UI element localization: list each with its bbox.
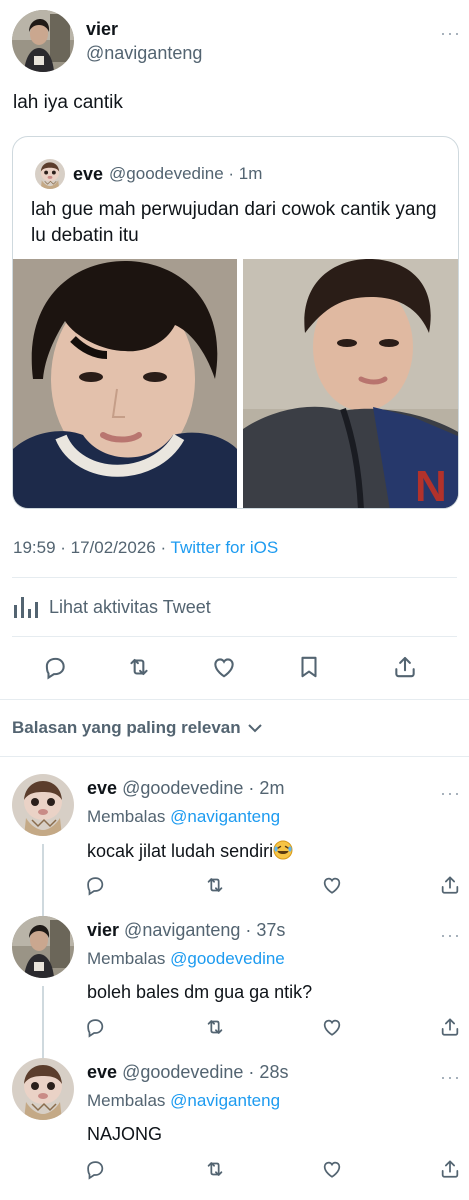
quote-author-handle-time: @goodevedine · 1m [109,164,263,183]
reply-avatar[interactable] [12,774,74,836]
replying-to: Membalas @naviganteng [87,1091,280,1111]
like-button[interactable] [321,874,343,901]
replying-to-mention[interactable]: @naviganteng [170,807,280,826]
reply-handle-time[interactable]: @goodevedine · 2m [122,778,284,798]
retweet-button[interactable] [203,874,227,901]
share-button[interactable] [439,1158,461,1185]
divider [12,577,457,578]
replying-prefix: Membalas [87,1091,171,1110]
author-handle[interactable]: @naviganteng [86,43,202,64]
tweet-text: lah iya cantik [13,92,123,113]
more-options-icon[interactable]: ··· [440,784,461,802]
author-name[interactable]: vier [86,19,202,40]
more-options-icon[interactable]: ··· [440,926,461,944]
svg-text:N: N [415,462,447,509]
like-icon [211,654,237,680]
quote-photo-2[interactable]: N [243,259,458,509]
reply-text: kocak jilat ludah sendiri [87,840,293,862]
quote-author-name: eve [73,163,104,184]
quote-photo-1[interactable] [13,259,237,508]
replying-to-mention[interactable]: @naviganteng [170,1091,280,1110]
replying-to: Membalas @goodevedine [87,949,285,969]
chevron-down-icon [247,724,262,733]
like-icon [321,1016,343,1038]
retweet-button[interactable] [203,1158,227,1185]
avatar[interactable] [12,10,74,72]
reply-button[interactable] [42,654,68,685]
tweet-source[interactable]: Twitter for iOS [171,538,279,557]
reply-item[interactable]: vier @naviganteng · 37s ··· Membalas @go… [0,916,469,1062]
retweet-button[interactable] [203,1016,227,1043]
reply-button[interactable] [84,1158,106,1185]
replying-prefix: Membalas [87,807,171,826]
reply-header: eve @goodevedine · 28s [87,1062,288,1083]
tweet-datetime[interactable]: 19:59 · 17/02/2026 · [13,538,171,557]
replies-sort-dropdown[interactable]: Balasan yang paling relevan [12,718,263,738]
quote-tweet-card[interactable]: eve @goodevedine · 1m lah gue mah perwuj… [12,136,459,509]
share-button[interactable] [439,1016,461,1043]
tweet-activity-link[interactable]: Lihat aktivitas Tweet [13,595,211,619]
reply-text: boleh bales dm gua ga ntik? [87,982,313,1002]
chart-icon [14,597,38,618]
replying-to-mention[interactable]: @goodevedine [170,949,285,968]
divider [12,636,457,637]
share-button[interactable] [439,874,461,901]
reply-author-name[interactable]: eve [87,1062,117,1082]
bookmark-icon [296,654,322,680]
thread-line [42,844,44,920]
like-button[interactable] [321,1158,343,1185]
like-icon [321,1158,343,1180]
reply-text: NAJONG [87,1124,163,1144]
reply-handle-time[interactable]: @goodevedine · 28s [122,1062,288,1082]
author-block: vier @naviganteng [86,19,202,64]
quote-text: lah gue mah perwujudan dari cowok cantik… [31,199,437,246]
share-icon [439,1158,461,1180]
reply-header: vier @naviganteng · 37s [87,920,285,941]
reply-icon [84,1016,106,1038]
more-options-icon[interactable]: ··· [440,1068,461,1086]
reply-button[interactable] [84,874,106,901]
reply-avatar[interactable] [12,1058,74,1120]
reply-button[interactable] [84,1016,106,1043]
share-icon [439,1016,461,1038]
retweet-icon [203,874,227,896]
like-button[interactable] [321,1016,343,1043]
retweet-icon [203,1016,227,1038]
tweet-header: vier @naviganteng [12,10,202,72]
quote-header: eve @goodevedine · 1m [35,159,262,189]
reply-icon [84,1158,106,1180]
more-options-icon[interactable]: ··· [440,24,461,42]
reply-handle-time[interactable]: @naviganteng · 37s [124,920,285,940]
like-icon [321,874,343,896]
reply-avatar[interactable] [12,916,74,978]
replying-prefix: Membalas [87,949,171,968]
retweet-icon [203,1158,227,1180]
reply-item[interactable]: eve @goodevedine · 28s ··· Membalas @nav… [0,1058,469,1198]
divider [0,699,469,700]
retweet-icon [125,654,153,680]
reply-header: eve @goodevedine · 2m [87,778,284,799]
divider [0,756,469,757]
tweet-timestamp: 19:59 · 17/02/2026 · Twitter for iOS [13,538,278,558]
reply-text-body: kocak jilat ludah sendiri [87,841,274,861]
bookmark-button[interactable] [296,654,322,685]
retweet-button[interactable] [125,654,153,685]
reply-author-name[interactable]: vier [87,920,119,940]
like-button[interactable] [211,654,237,685]
tweet-activity-label: Lihat aktivitas Tweet [49,596,211,617]
share-button[interactable] [392,654,418,685]
thread-line [42,986,44,1062]
share-icon [439,874,461,896]
replies-sort-label: Balasan yang paling relevan [12,718,241,737]
laughing-emoji [273,840,293,860]
reply-item[interactable]: eve @goodevedine · 2m ··· Membalas @navi… [0,774,469,920]
reply-icon [42,654,68,680]
share-icon [392,654,418,680]
reply-icon [84,874,106,896]
reply-author-name[interactable]: eve [87,778,117,798]
replying-to: Membalas @naviganteng [87,807,280,827]
quote-avatar [35,159,65,189]
